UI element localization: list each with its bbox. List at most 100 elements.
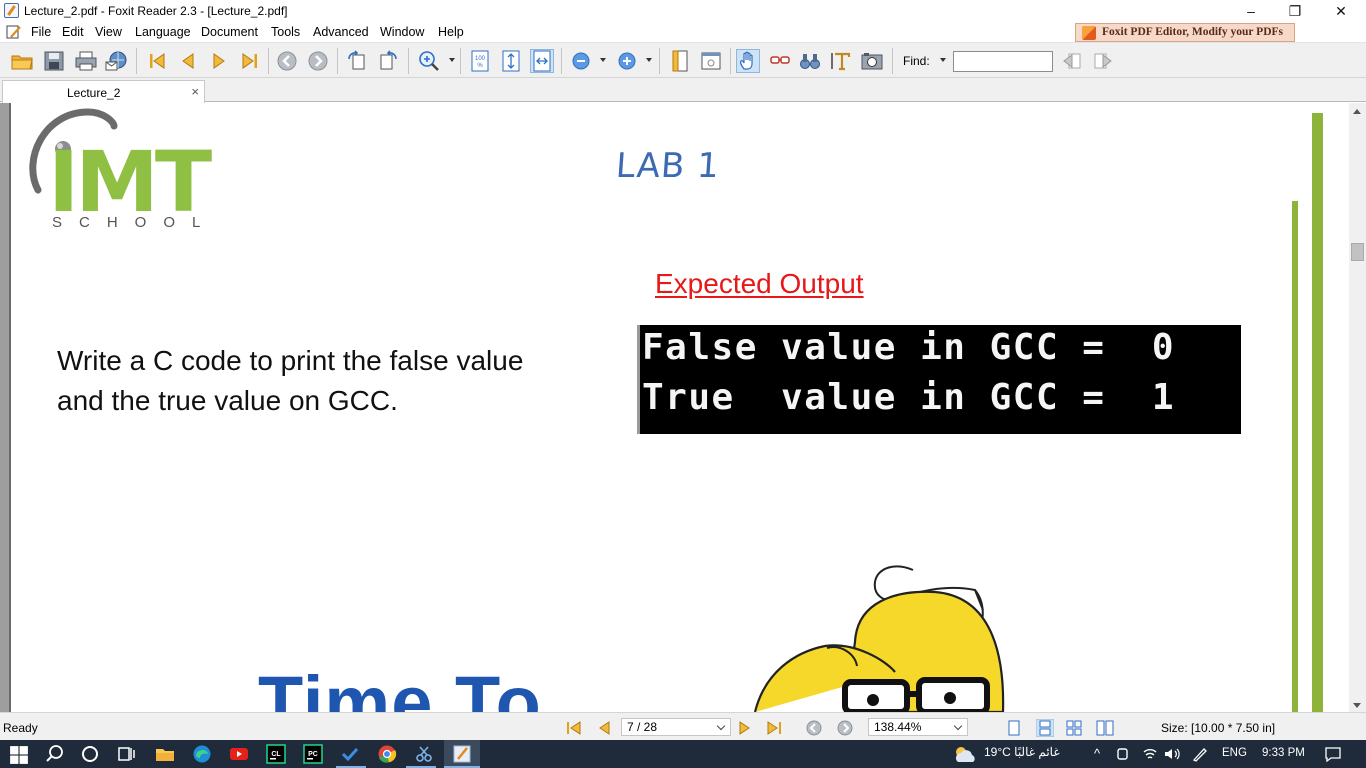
send-email-icon[interactable] — [104, 49, 128, 73]
chrome-browser-icon[interactable] — [377, 744, 397, 764]
svg-text:%: % — [477, 63, 483, 69]
actual-size-icon[interactable]: 100% — [468, 49, 492, 73]
print-icon[interactable] — [74, 49, 98, 73]
save-icon[interactable] — [42, 49, 66, 73]
zoom-in-icon[interactable] — [615, 49, 639, 73]
menu-tools[interactable]: Tools — [271, 25, 300, 39]
notification-center-icon[interactable] — [1324, 746, 1342, 762]
zoom-tool-dropdown-icon[interactable] — [449, 58, 455, 62]
last-page-icon[interactable] — [238, 49, 262, 73]
edge-browser-icon[interactable] — [192, 744, 212, 764]
ad-banner[interactable]: Foxit PDF Editor, Modify your PDFs — [1075, 23, 1295, 42]
full-screen-icon[interactable] — [699, 49, 723, 73]
find-previous-icon[interactable] — [1060, 49, 1084, 73]
task-view-icon[interactable] — [116, 744, 136, 764]
show-hidden-icons-chevron-icon[interactable]: ^ — [1094, 746, 1100, 761]
menu-language[interactable]: Language — [135, 25, 191, 39]
zoom-dropdown-icon[interactable] — [953, 721, 963, 731]
single-page-layout-icon[interactable] — [1006, 720, 1022, 736]
foxit-taskbar-icon — [453, 745, 471, 763]
go-forward-icon[interactable] — [306, 49, 330, 73]
todo-app-icon[interactable] — [340, 744, 360, 764]
restore-button[interactable]: ❐ — [1272, 0, 1318, 22]
document-tab-strip: Lecture_2 × — [0, 78, 1366, 103]
foxit-app-icon — [4, 3, 19, 18]
foxit-taskbar-button[interactable] — [444, 740, 480, 768]
page-dropdown-icon[interactable] — [716, 721, 726, 731]
file-explorer-icon[interactable] — [155, 744, 175, 764]
meet-now-icon[interactable] — [1116, 746, 1130, 762]
page-number-field[interactable]: 7 / 28 — [621, 718, 731, 736]
status-last-page-icon[interactable] — [767, 721, 783, 735]
pycharm-icon[interactable]: PC — [303, 744, 323, 764]
zoom-in-dropdown-icon[interactable] — [646, 58, 652, 62]
input-language[interactable]: ENG — [1222, 747, 1247, 759]
slide-green-bar-outer — [1312, 113, 1323, 712]
document-menu-icon[interactable] — [6, 25, 22, 39]
zoom-out-dropdown-icon[interactable] — [600, 58, 606, 62]
terminal-output-image: False value in GCC = 0 True value in GCC… — [637, 325, 1241, 434]
bookmark-panel-icon[interactable] — [668, 49, 692, 73]
status-next-page-icon[interactable] — [738, 721, 752, 735]
zoom-level-field[interactable]: 138.44% — [868, 718, 968, 736]
zoom-out-icon[interactable] — [569, 49, 593, 73]
typewriter-icon[interactable] — [829, 49, 853, 73]
minimize-button[interactable]: – — [1228, 0, 1274, 22]
previous-page-icon[interactable] — [176, 49, 200, 73]
clion-icon[interactable]: CL — [266, 744, 286, 764]
rotate-left-icon[interactable] — [345, 49, 369, 73]
menu-view[interactable]: View — [95, 25, 122, 39]
find-options-dropdown-icon[interactable] — [940, 58, 946, 62]
hand-tool-icon[interactable] — [736, 49, 760, 73]
tab-close-icon[interactable]: × — [191, 84, 199, 99]
page-left-border — [0, 103, 11, 712]
first-page-icon[interactable] — [145, 49, 169, 73]
clock[interactable]: 9:33 PM — [1262, 747, 1305, 759]
weather-cloud-icon[interactable] — [952, 744, 978, 764]
scroll-thumb[interactable] — [1351, 243, 1364, 261]
facing-layout-icon[interactable] — [1096, 720, 1114, 736]
svg-text:PC: PC — [308, 751, 318, 758]
find-input[interactable] — [953, 51, 1053, 72]
scroll-down-icon[interactable] — [1353, 703, 1361, 708]
menu-document[interactable]: Document — [201, 25, 258, 39]
close-window-button[interactable]: ✕ — [1318, 0, 1364, 22]
cortana-icon[interactable] — [80, 744, 100, 764]
select-text-icon[interactable] — [768, 49, 792, 73]
menu-advanced[interactable]: Advanced — [313, 25, 369, 39]
find-next-icon[interactable] — [1091, 49, 1115, 73]
go-back-icon[interactable] — [275, 49, 299, 73]
status-first-page-icon[interactable] — [566, 721, 582, 735]
fit-page-icon[interactable] — [499, 49, 523, 73]
zoom-in-tool-icon[interactable] — [417, 49, 441, 73]
toolbar: 100% Find: — [0, 42, 1366, 78]
windows-start-icon[interactable] — [9, 745, 29, 765]
snipping-tool-icon[interactable] — [414, 744, 434, 764]
rotate-right-icon[interactable] — [376, 49, 400, 73]
scroll-up-icon[interactable] — [1353, 109, 1361, 114]
menu-help[interactable]: Help — [438, 25, 464, 39]
menu-edit[interactable]: Edit — [62, 25, 84, 39]
facing-continuous-layout-icon[interactable] — [1066, 720, 1082, 736]
task-description: Write a C code to print the false value … — [57, 345, 524, 416]
terminal-line-false: False value in GCC = 0 — [642, 327, 1175, 368]
status-back-icon[interactable] — [806, 720, 822, 736]
weather-text[interactable]: 19°C غائم غالبًا — [984, 745, 1060, 759]
tab-lecture-2[interactable]: Lecture_2 × — [2, 80, 205, 103]
menu-window[interactable]: Window — [380, 25, 424, 39]
menu-file[interactable]: File — [31, 25, 51, 39]
taskbar-search-icon[interactable] — [45, 744, 65, 764]
snapshot-camera-icon[interactable] — [860, 49, 884, 73]
status-previous-page-icon[interactable] — [597, 721, 611, 735]
continuous-layout-icon[interactable] — [1036, 719, 1054, 737]
search-binoculars-icon[interactable] — [798, 49, 822, 73]
pen-workspace-icon[interactable] — [1192, 746, 1208, 762]
wifi-icon[interactable] — [1142, 746, 1158, 762]
open-folder-icon[interactable] — [10, 49, 34, 73]
status-forward-icon[interactable] — [837, 720, 853, 736]
vertical-scrollbar[interactable] — [1349, 103, 1366, 712]
fit-width-icon[interactable] — [530, 49, 554, 73]
next-page-icon[interactable] — [207, 49, 231, 73]
youtube-icon[interactable] — [229, 744, 249, 764]
volume-icon[interactable] — [1163, 746, 1181, 762]
